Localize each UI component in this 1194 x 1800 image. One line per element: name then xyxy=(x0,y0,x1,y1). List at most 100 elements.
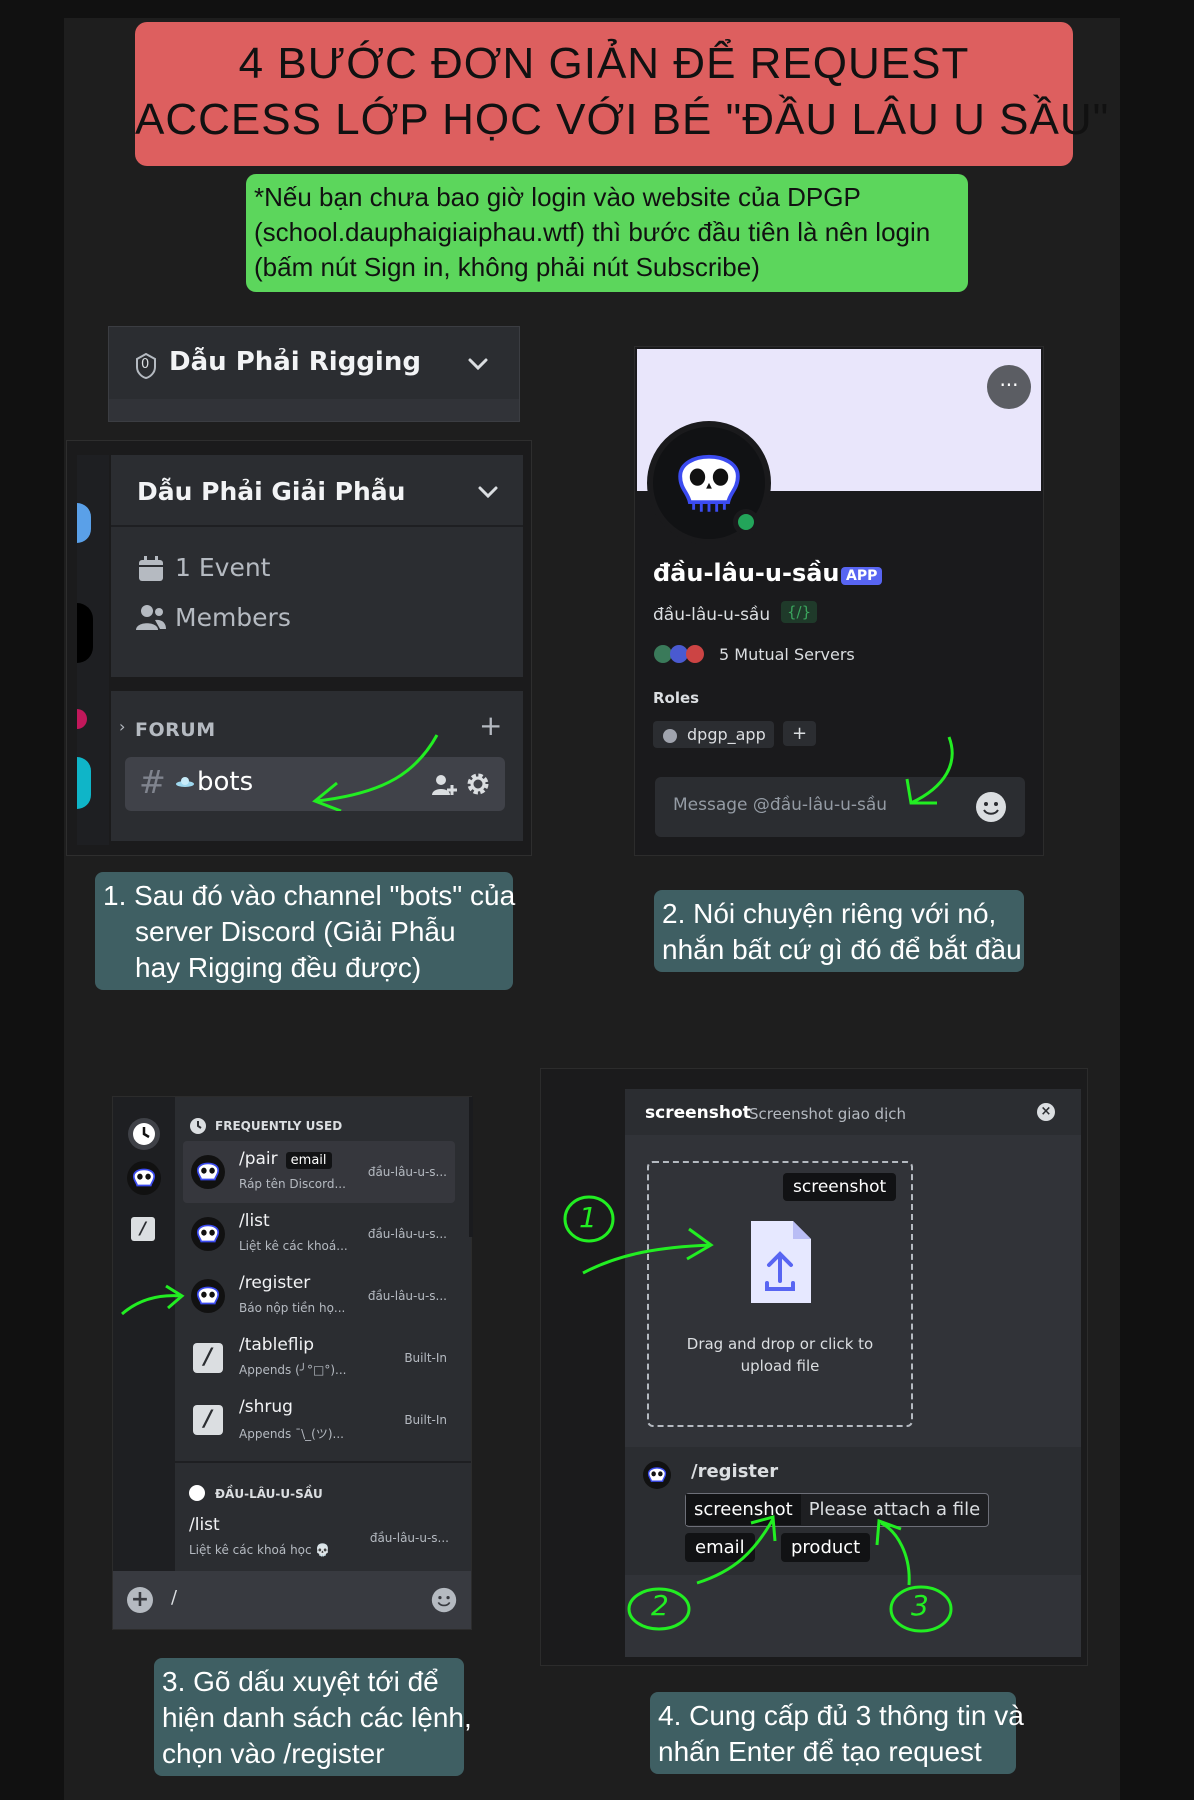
caption-line: chọn vào /register xyxy=(162,1738,385,1769)
command-item-register[interactable]: /register Báo nộp tiền họ... đầu-lâu-u-s… xyxy=(183,1265,455,1327)
command-source: Built-In xyxy=(404,1413,447,1427)
command-source: đầu-lâu-u-s... xyxy=(367,1165,447,1179)
mutual-servers[interactable]: 5 Mutual Servers xyxy=(719,645,855,664)
event-count[interactable]: 1 Event xyxy=(175,553,270,582)
add-channel-icon[interactable]: + xyxy=(479,709,502,742)
server-dropdown-rigging[interactable]: 0 Dẫu Phải Rigging xyxy=(108,326,520,422)
hash-icon: # xyxy=(139,763,166,801)
command-list: FREQUENTLY USED /pair email Ráp tên Disco… xyxy=(175,1097,471,1571)
clock-icon[interactable] xyxy=(127,1117,161,1151)
command-name: /shrug xyxy=(239,1397,293,1417)
server-icon-partial[interactable] xyxy=(77,757,91,809)
emoji-icon[interactable] xyxy=(975,791,1007,823)
skull-icon xyxy=(191,1279,225,1313)
command-desc: Báo nộp tiền họ... xyxy=(239,1301,346,1315)
command-item-tableflip[interactable]: / /tableflip Appends (╯°□°)... Built-In xyxy=(183,1327,455,1389)
more-options-button[interactable]: ··· xyxy=(987,365,1031,409)
command-name: /register xyxy=(691,1461,779,1482)
step2-caption: 2. Nói chuyện riêng với nó, nhắn bất cứ … xyxy=(654,890,1024,972)
divider xyxy=(111,525,523,527)
gear-icon[interactable] xyxy=(465,771,491,797)
bot-avatar-icon[interactable] xyxy=(127,1161,161,1195)
chevron-down-icon xyxy=(468,358,488,371)
step-number-3: 3 xyxy=(911,1589,929,1622)
command-picker-screenshot: / FREQUENTLY USED /pair email Ráp tên Dis… xyxy=(112,1096,473,1630)
message-placeholder: Message @đầu-lâu-u-sầu xyxy=(673,795,888,815)
caption-line: 2. Nói chuyện riêng với nó, xyxy=(662,898,997,929)
command-name: /list xyxy=(189,1515,220,1535)
green-arrow xyxy=(905,736,954,805)
skull-icon xyxy=(191,1155,225,1189)
add-attachment-icon[interactable]: + xyxy=(127,1587,153,1613)
members-link[interactable]: Members xyxy=(175,603,291,632)
role-name: dpgp_app xyxy=(687,725,766,744)
step3-caption: 3. Gõ dấu xuyệt tới để hiện danh sách cá… xyxy=(154,1658,472,1776)
drop-line: upload file xyxy=(740,1357,820,1375)
step1-caption: 1. Sau đó vào channel "bots" của server … xyxy=(95,872,516,990)
server-icon-partial[interactable] xyxy=(77,503,91,543)
green-arrow-with-number xyxy=(875,1518,953,1633)
caption-line: hiện danh sách các lệnh, xyxy=(162,1702,472,1733)
command-desc: Appends (╯°□°)... xyxy=(239,1363,347,1377)
command-item-shrug[interactable]: / /shrug Appends ¯\_(ツ)... Built-In xyxy=(183,1389,455,1451)
server-sidebar-screenshot: Dẫu Phải Giải Phẫu 1 Event Members › FOR… xyxy=(66,440,532,856)
builtin-commands-icon[interactable]: / xyxy=(131,1217,155,1241)
bot-avatar-icon xyxy=(189,1485,205,1501)
command-name: /register xyxy=(239,1273,311,1293)
bot-section-header: ĐẦU-LÂU-U-SẦU xyxy=(215,1487,323,1501)
command-item-list-bot[interactable]: /list Liệt kê các khoá học 💀 đầu-lâu-u-s… xyxy=(175,1507,471,1569)
note-line-3: (bấm nút Sign in, không phải nút Subscri… xyxy=(254,252,760,282)
option-header: screenshot Screenshot giao dịch × xyxy=(625,1089,1081,1135)
command-source: đầu-lâu-u-s... xyxy=(369,1531,449,1545)
command-item-list[interactable]: /list Liệt kê các khoá... đầu-lâu-u-s... xyxy=(183,1203,455,1265)
command-source: đầu-lâu-u-s... xyxy=(367,1289,447,1303)
server-name-giaiphau[interactable]: Dẫu Phải Giải Phẫu xyxy=(137,477,405,506)
step-number-2: 2 xyxy=(651,1589,669,1622)
close-icon[interactable]: × xyxy=(1037,1103,1055,1121)
step4-caption: 4. Cung cấp đủ 3 thông tin và nhấn Enter… xyxy=(650,1692,1024,1774)
option-chip: screenshot xyxy=(783,1173,897,1201)
members-icon xyxy=(136,605,166,630)
server-name-rigging: Dẫu Phải Rigging xyxy=(169,347,421,377)
register-form-screenshot: screenshot Screenshot giao dịch × screen… xyxy=(540,1068,1088,1666)
command-item-pair[interactable]: /pair email Ráp tên Discord... đầu-lâu-u-… xyxy=(183,1141,455,1203)
caption-line: server Discord (Giải Phẫu xyxy=(135,916,456,947)
option-description: Screenshot giao dịch xyxy=(749,1105,906,1123)
app-badge: APP xyxy=(841,567,883,585)
slash-command-icon: / xyxy=(193,1405,223,1435)
bot-profile-card: ··· đầu-lâu-u-sầu APP đầu-lâu-u-sầu {/} … xyxy=(634,346,1044,856)
username: đầu-lâu-u-sầu xyxy=(653,605,771,625)
drop-instructions: Drag and drop or click to upload file xyxy=(649,1333,911,1377)
server-icon-partial[interactable] xyxy=(77,603,93,663)
forum-category[interactable]: FORUM xyxy=(135,719,216,741)
chevron-right-icon[interactable]: › xyxy=(119,717,125,736)
caption-line: 1. Sau đó vào channel "bots" của xyxy=(103,880,516,911)
mutual-server-icons xyxy=(654,645,704,663)
caption-line: 3. Gõ dấu xuyệt tới để xyxy=(162,1666,439,1697)
online-status-dot xyxy=(733,509,759,535)
command-name: /pair email xyxy=(239,1149,332,1169)
command-desc: Liệt kê các khoá học 💀 xyxy=(189,1543,331,1557)
command-desc: Appends ¯\_(ツ)... xyxy=(239,1427,344,1441)
server-icon-partial[interactable] xyxy=(77,709,87,729)
step-number-1: 1 xyxy=(579,1201,597,1234)
note-line-1: *Nếu bạn chưa bao giờ login vào website … xyxy=(254,182,861,212)
clock-icon xyxy=(190,1118,206,1134)
command-desc: Ráp tên Discord... xyxy=(239,1177,346,1191)
skull-icon xyxy=(191,1217,225,1251)
command-source: Built-In xyxy=(404,1351,447,1365)
option-name: screenshot xyxy=(645,1103,751,1123)
caption-line: nhắn bất cứ gì đó để bắt đầu xyxy=(662,934,1022,965)
green-arrow xyxy=(312,734,439,811)
drop-line: Drag and drop or click to xyxy=(686,1335,874,1353)
chevron-down-icon[interactable] xyxy=(477,485,499,499)
add-role-button[interactable]: + xyxy=(783,721,817,746)
scrollbar[interactable] xyxy=(469,1097,473,1237)
command-source: đầu-lâu-u-s... xyxy=(367,1227,447,1241)
chat-input[interactable]: + / xyxy=(113,1571,471,1629)
caption-line: nhấn Enter để tạo request xyxy=(658,1736,982,1767)
command-name: /tableflip xyxy=(239,1335,315,1355)
emoji-icon[interactable] xyxy=(431,1587,457,1613)
role-color-dot xyxy=(663,729,677,743)
command-category-strip: / xyxy=(113,1097,175,1571)
